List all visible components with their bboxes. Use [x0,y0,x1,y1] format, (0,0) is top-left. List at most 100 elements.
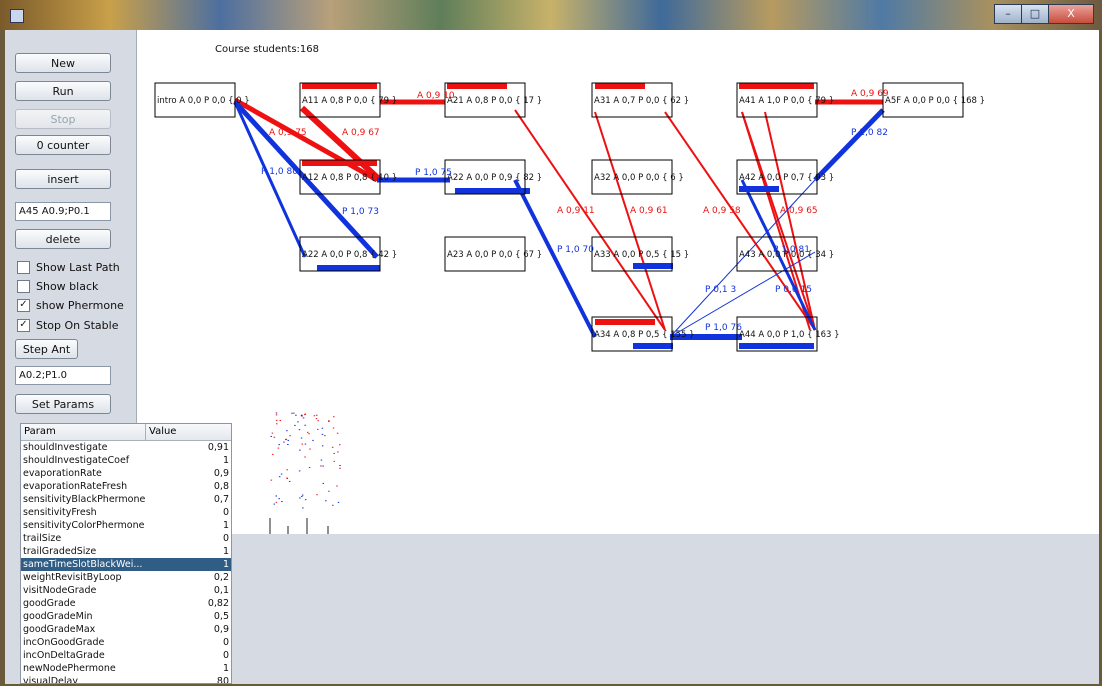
param-name-cell[interactable]: evaporationRate [21,467,146,480]
bar-a44-blue [739,343,814,349]
scatter-dot [337,501,340,503]
step-ant-button[interactable]: Step Ant [15,339,78,359]
bar-a21-red [447,83,507,89]
bar-a22b-blue [317,265,380,271]
param-name-cell[interactable]: sensitivityColorPhermone [21,519,146,532]
scatter-dot [304,456,306,458]
param-name-cell[interactable]: trailSize [21,532,146,545]
scatter-dot [322,482,325,484]
node-a12-label: A12 A 0,8 P 0,8 { 10 } [302,173,397,183]
node-a44-label: A44 A 0,0 P 1,0 { 163 } [739,330,840,340]
delete-button[interactable]: delete [15,229,111,249]
param-name-cell[interactable]: sensitivityFresh [21,506,146,519]
param-name-cell[interactable]: sameTimeSlotBlackWei... [21,558,146,571]
param-name-cell[interactable]: visitNodeGrade [21,584,146,597]
param-name-cell[interactable]: goodGradeMin [21,610,146,623]
bar-a34-blue [633,343,673,349]
edge-label-e16: P 0,0 15 [775,285,812,295]
node-a23-label: A23 A 0,0 P 0,0 { 67 } [447,250,542,260]
scatter-dot [320,465,322,467]
table-row[interactable]: goodGradeMin 0,5 [21,610,231,623]
param-name-cell[interactable]: visualDelay [21,675,146,683]
counter-button[interactable]: 0 counter [15,135,111,155]
scatter-dot [324,435,326,437]
scatter-dot [293,412,295,414]
scatter-dot [312,439,314,441]
node-a5f-label: A5F A 0,0 P 0,0 { 168 } [885,96,985,106]
param-value-cell[interactable]: 80 [146,675,231,683]
scatter-dot [317,428,319,430]
scatter-dot [333,416,335,418]
node-a22-label: A22 A 0,0 P 0,9 { 82 } [447,173,542,183]
table-row[interactable]: trailGradedSize 1 [21,545,231,558]
set-params-button[interactable]: Set Params [15,394,111,414]
edge-label-e15: P 1,0 76 [705,323,742,333]
param-value-cell[interactable]: 0 [146,636,231,649]
scatter-dot [278,444,280,446]
insert-button[interactable]: insert [15,169,111,189]
param-value-cell[interactable]: 0,5 [146,610,231,623]
param-name-cell[interactable]: evaporationRateFresh [21,480,146,493]
edge-label-e7: A 0,9 11 [557,206,595,216]
run-button[interactable]: Run [15,81,111,101]
scatter-dot [299,497,301,499]
param-name-cell[interactable]: incOnDeltaGrade [21,649,146,662]
show-black-checkbox[interactable]: Show black [17,278,98,294]
scatter-dot [286,477,288,479]
bar-a22-blue [455,188,530,194]
scatter-dot [275,414,278,416]
param-value-cell[interactable]: 0,2 [146,571,231,584]
param-value-cell[interactable]: 1 [146,662,231,675]
param-name-cell[interactable]: newNodePhermone [21,662,146,675]
params-input[interactable]: A0.2;P1.0 [15,366,111,385]
param-name-cell[interactable]: shouldInvestigate [21,441,146,454]
table-row[interactable]: visitNodeGrade 0,1 [21,584,231,597]
table-row[interactable]: sameTimeSlotBlackWei... 1 [21,558,231,571]
param-name-cell[interactable]: incOnGoodGrade [21,636,146,649]
param-name-cell[interactable]: goodGradeMax [21,623,146,636]
scatter-dot [280,473,283,475]
param-name-cell[interactable]: weightRevisitByLoop [21,571,146,584]
close-button[interactable]: X [1048,4,1094,24]
param-value-cell[interactable]: 1 [146,558,231,571]
node-a11-label: A11 A 0,8 P 0,0 { 79 } [302,96,397,106]
minimize-button[interactable]: – [994,4,1022,24]
stop-on-stable-checkbox[interactable]: ✓ Stop On Stable [17,317,118,333]
column-header-param[interactable]: Param [21,424,146,440]
param-name-cell[interactable]: shouldInvestigateCoef [21,454,146,467]
scatter-dot [289,435,291,437]
show-last-path-checkbox[interactable]: Show Last Path [17,259,120,275]
maximize-button[interactable]: □ [1021,4,1049,24]
table-row[interactable]: weightRevisitByLoop 0,2 [21,571,231,584]
scatter-dot [287,439,290,441]
scatter-dot [321,427,324,429]
table-row[interactable]: newNodePhermone 1 [21,662,231,675]
scatter-dot [288,480,291,482]
table-row[interactable]: visualDelay 80 [21,675,231,683]
param-value-cell[interactable]: 0,82 [146,597,231,610]
param-value-cell[interactable]: 0,1 [146,584,231,597]
insert-input[interactable]: A45 A0.9;P0.1 [15,202,111,221]
param-name-cell[interactable]: trailGradedSize [21,545,146,558]
scatter-dot [336,432,339,434]
scatter-dot [276,423,278,425]
table-row[interactable]: goodGradeMax 0,9 [21,623,231,636]
table-row[interactable]: incOnGoodGrade 0 [21,636,231,649]
checkmark-icon[interactable]: ✓ [17,298,30,312]
scatter-dot [304,443,307,445]
param-value-cell[interactable]: 0 [146,649,231,662]
param-value-cell[interactable]: 1 [146,545,231,558]
param-value-cell[interactable]: 0,9 [146,623,231,636]
param-name-cell[interactable]: sensitivityBlackPhermone [21,493,146,506]
show-phermone-checkbox[interactable]: ✓ show Phermone [17,297,124,313]
checkmark-icon[interactable]: ✓ [17,318,30,332]
table-row[interactable]: incOnDeltaGrade 0 [21,649,231,662]
scatter-dot [333,452,335,454]
checkbox-box[interactable] [17,279,30,293]
table-row[interactable]: goodGrade 0,82 [21,597,231,610]
checkbox-box[interactable] [17,260,30,274]
new-button[interactable]: New [15,53,111,73]
scatter-dot [286,430,288,432]
param-name-cell[interactable]: goodGrade [21,597,146,610]
edge-a31-a34-red [594,111,666,331]
